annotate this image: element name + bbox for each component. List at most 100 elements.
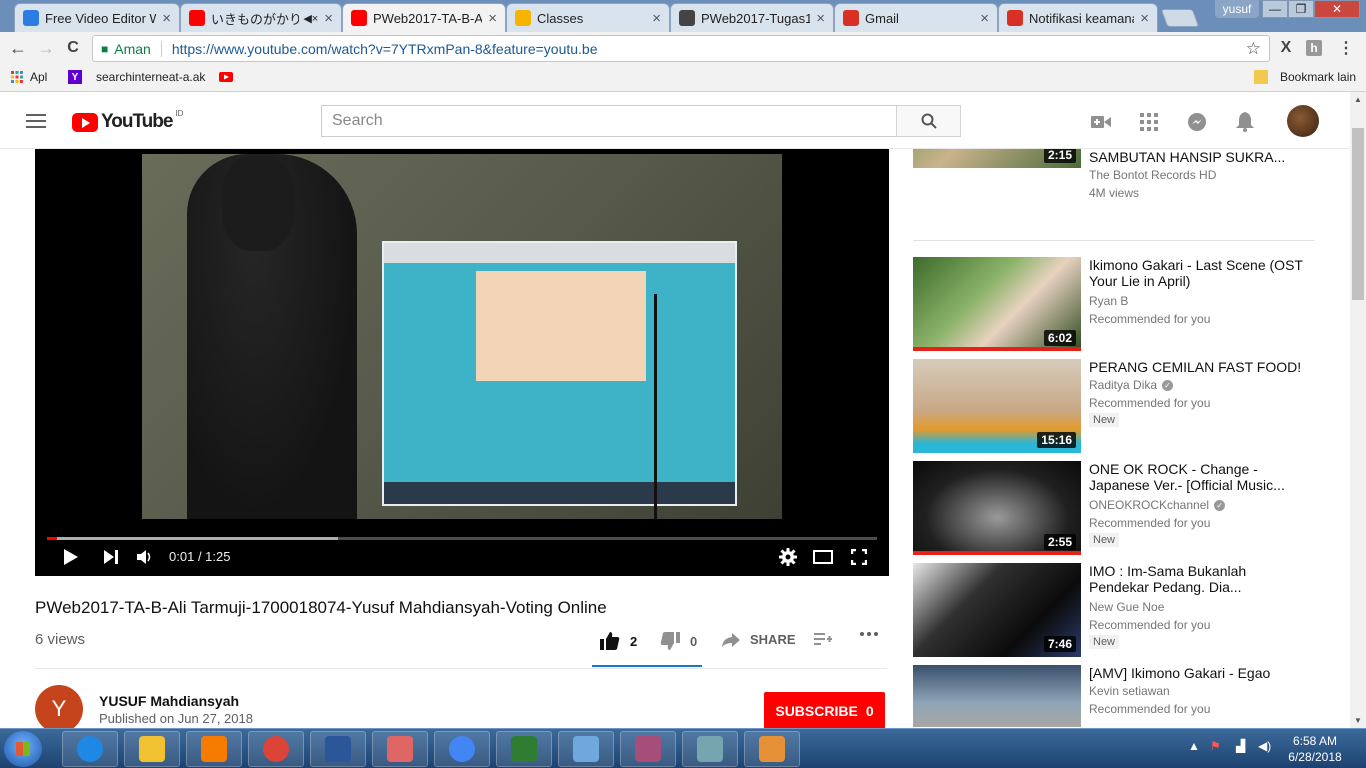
profile-button[interactable]: yusuf xyxy=(1215,0,1259,18)
account-avatar[interactable] xyxy=(1287,105,1319,137)
tab-close-icon[interactable]: × xyxy=(816,10,825,27)
recommended-title[interactable]: IMO : Im-Sama Bukanlah Pendekar Pedang. … xyxy=(1089,563,1304,595)
browser-tab[interactable]: PWeb2017-Tugas1 × xyxy=(670,3,834,32)
extension-x-icon[interactable]: X xyxy=(1276,38,1296,58)
recommended-channel[interactable]: ONEOKROCKchannel ✓ xyxy=(1089,498,1226,512)
browser-tab[interactable]: Classes × xyxy=(506,3,670,32)
recommended-video[interactable]: 15:16 PERANG CEMILAN FAST FOOD! Raditya Di… xyxy=(913,359,1315,453)
taskbar-app[interactable] xyxy=(434,731,490,767)
recommended-channel[interactable]: Kevin setiawan xyxy=(1089,684,1170,698)
action-center-icon[interactable]: ⚑ xyxy=(1210,739,1221,753)
taskbar-app[interactable] xyxy=(372,731,428,767)
taskbar-app[interactable] xyxy=(682,731,738,767)
taskbar-app[interactable] xyxy=(186,731,242,767)
tab-close-icon[interactable]: × xyxy=(488,10,497,27)
taskbar-app[interactable] xyxy=(248,731,304,767)
video-thumbnail[interactable] xyxy=(913,665,1081,727)
dislike-button[interactable]: 0 xyxy=(660,632,697,650)
volume-button[interactable] xyxy=(133,545,157,569)
maximize-button[interactable]: ❐ xyxy=(1288,0,1314,18)
settings-button[interactable] xyxy=(776,545,800,569)
recommended-video[interactable]: 2:15 SAMBUTAN HANSIP SUKRA... The Bontot R… xyxy=(913,149,1315,200)
bookmark-yahoo[interactable]: Y xyxy=(68,70,88,84)
url-text[interactable]: https://www.youtube.com/watch?v=7YTRxmPa… xyxy=(172,41,598,57)
recommended-title[interactable]: PERANG CEMILAN FAST FOOD! xyxy=(1089,359,1304,375)
speaker-icon[interactable]: ◀) xyxy=(1258,739,1271,753)
apps-icon[interactable] xyxy=(1139,112,1159,132)
tab-close-icon[interactable]: × xyxy=(652,10,661,27)
add-to-playlist-button[interactable] xyxy=(814,632,832,646)
minimize-button[interactable]: — xyxy=(1262,0,1288,18)
recommended-channel[interactable]: New Gue Noe xyxy=(1089,600,1164,614)
recommended-title[interactable]: [AMV] Ikimono Gakari - Egao xyxy=(1089,665,1304,681)
more-actions-button[interactable] xyxy=(860,632,878,636)
fullscreen-button[interactable] xyxy=(847,545,871,569)
forward-button[interactable]: → xyxy=(36,38,56,58)
browser-tab[interactable]: Gmail × xyxy=(834,3,998,32)
search-button[interactable] xyxy=(896,105,961,137)
taskbar-app[interactable] xyxy=(744,731,800,767)
taskbar-app[interactable] xyxy=(620,731,676,767)
channel-name[interactable]: YUSUF Mahdiansyah xyxy=(99,693,239,709)
extension-h-icon[interactable]: h xyxy=(1306,40,1322,56)
back-button[interactable]: ← xyxy=(8,38,28,58)
menu-hamburger-icon[interactable] xyxy=(26,114,46,128)
subscribe-button[interactable]: SUBSCRIBE 0 xyxy=(764,692,885,729)
youtube-logo[interactable]: YouTube ID xyxy=(72,109,183,133)
browser-tab[interactable]: いきものがかり ◀× × xyxy=(180,3,342,32)
progress-bar[interactable] xyxy=(47,537,877,540)
tab-audio-icon[interactable]: ◀× xyxy=(303,12,318,25)
recommended-title[interactable]: ONE OK ROCK - Change - Japanese Ver.- [O… xyxy=(1089,461,1304,493)
recommended-channel[interactable]: Ryan B xyxy=(1089,294,1128,308)
scrollbar-thumb[interactable] xyxy=(1352,128,1364,300)
browser-tab[interactable]: Free Video Editor W × xyxy=(14,3,180,32)
browser-tab[interactable]: Notifikasi keamanan × xyxy=(998,3,1158,32)
like-button[interactable]: 2 xyxy=(600,632,637,650)
recommended-title[interactable]: SAMBUTAN HANSIP SUKRA... xyxy=(1089,149,1304,165)
taskbar-app[interactable] xyxy=(62,731,118,767)
share-button[interactable]: SHARE xyxy=(722,632,796,647)
taskbar-app[interactable] xyxy=(124,731,180,767)
scroll-up-icon[interactable]: ▲ xyxy=(1354,95,1362,104)
tab-close-icon[interactable]: × xyxy=(324,10,333,27)
taskbar-app[interactable] xyxy=(558,731,614,767)
channel-avatar[interactable]: Y xyxy=(35,685,83,733)
bookmark-apps[interactable]: Apl xyxy=(10,70,47,84)
tab-close-icon[interactable]: × xyxy=(162,10,171,27)
taskbar-app[interactable] xyxy=(310,731,366,767)
recommended-title[interactable]: Ikimono Gakari - Last Scene (OST Your Li… xyxy=(1089,257,1304,289)
recommended-channel[interactable]: Raditya Dika ✓ xyxy=(1089,378,1174,392)
theater-mode-button[interactable] xyxy=(811,545,835,569)
bell-icon[interactable] xyxy=(1235,112,1255,132)
tab-close-icon[interactable]: × xyxy=(980,10,989,27)
next-button[interactable] xyxy=(99,545,123,569)
network-icon[interactable]: ▟ xyxy=(1236,739,1245,753)
search-input[interactable]: Search xyxy=(321,105,897,137)
system-clock[interactable]: 6:58 AM 6/28/2018 xyxy=(1280,733,1350,765)
new-tab-button[interactable] xyxy=(1160,9,1200,27)
video-thumbnail[interactable]: 7:46 xyxy=(913,563,1081,657)
bookmark-youtube[interactable] xyxy=(219,70,239,84)
video-thumbnail[interactable]: 6:02 xyxy=(913,257,1081,351)
start-button[interactable] xyxy=(4,731,42,767)
play-button[interactable] xyxy=(59,545,83,569)
messages-icon[interactable] xyxy=(1187,112,1207,132)
show-hidden-icons[interactable]: ▲ xyxy=(1188,739,1200,753)
video-thumbnail[interactable]: 2:55 xyxy=(913,461,1081,555)
bookmark-star-icon[interactable]: ☆ xyxy=(1246,39,1261,59)
recommended-video[interactable]: 7:46 IMO : Im-Sama Bukanlah Pendekar Peda… xyxy=(913,563,1315,657)
recommended-video[interactable]: 2:55 ONE OK ROCK - Change - Japanese Ver.… xyxy=(913,461,1315,555)
video-thumbnail[interactable]: 15:16 xyxy=(913,359,1081,453)
taskbar-app[interactable] xyxy=(496,731,552,767)
recommended-video[interactable]: 6:02 Ikimono Gakari - Last Scene (OST You… xyxy=(913,257,1315,351)
scroll-down-icon[interactable]: ▼ xyxy=(1354,716,1362,725)
bookmark-search[interactable]: searchinterneat-a.ak xyxy=(96,70,205,84)
other-bookmarks[interactable]: Bookmark lain xyxy=(1254,70,1356,84)
browser-tab[interactable]: PWeb2017-TA-B-Al × xyxy=(342,3,506,32)
address-bar[interactable]: ■ Aman https://www.youtube.com/watch?v=7… xyxy=(92,35,1270,62)
chrome-menu-icon[interactable]: ⋮ xyxy=(1336,38,1356,58)
page-scrollbar[interactable]: ▲ ▼ xyxy=(1350,92,1366,728)
video-camera-icon[interactable] xyxy=(1091,112,1111,132)
video-player[interactable]: 0:01 / 1:25 xyxy=(35,149,889,576)
recommended-channel[interactable]: The Bontot Records HD xyxy=(1089,168,1216,182)
